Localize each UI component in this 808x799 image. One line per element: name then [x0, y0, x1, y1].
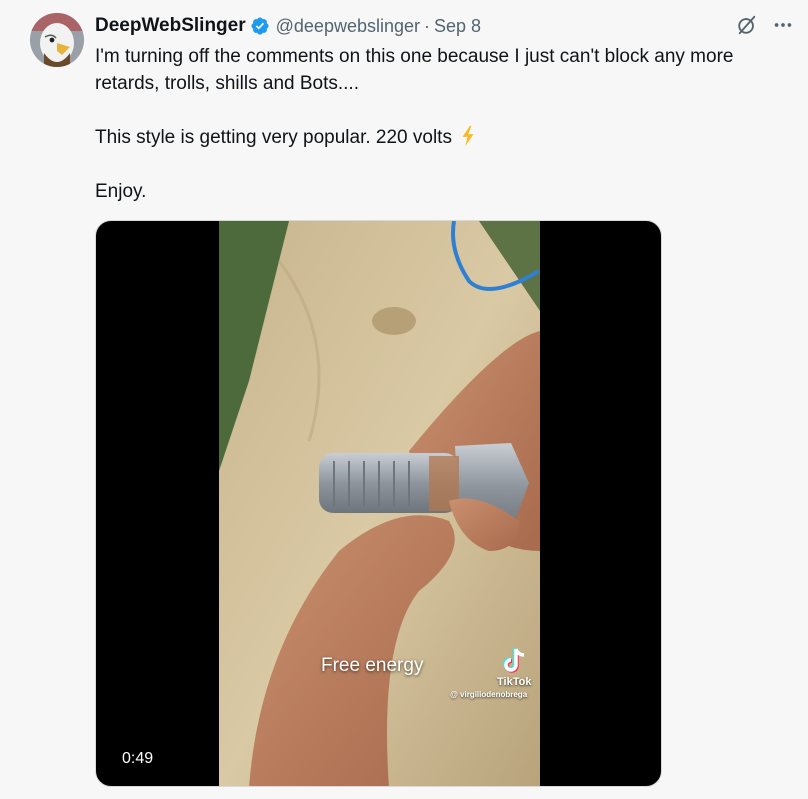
tiktok-logo-icon: [503, 648, 525, 673]
verified-badge-icon: [251, 17, 269, 35]
author-handle[interactable]: @deepwebslinger: [276, 16, 420, 37]
tiktok-watermark-user: @ virgiliodenobrega: [450, 690, 528, 699]
tweet-text: I'm turning off the comments on this one…: [95, 43, 785, 205]
tweet-paragraph: This style is getting very popular. 220 …: [95, 124, 785, 151]
video-player[interactable]: Free energy TikTok @ virgiliodenobrega 0…: [95, 220, 662, 787]
video-duration-badge: 0:49: [114, 747, 162, 771]
eagle-avatar-image: [30, 13, 84, 67]
tweet-top-actions: [736, 14, 794, 36]
tweet-date[interactable]: Sep 8: [434, 16, 481, 37]
header-separator: ·: [424, 15, 431, 36]
video-frame-image: [219, 221, 540, 786]
high-voltage-icon: [462, 125, 474, 147]
author-display-name[interactable]: DeepWebSlinger: [95, 15, 246, 37]
author-avatar[interactable]: [30, 13, 84, 67]
tweet-card[interactable]: DeepWebSlinger @deepwebslinger · Sep 8 I…: [0, 0, 808, 799]
tweet-paragraph: Enjoy.: [95, 181, 147, 202]
tweet-paragraph: I'm turning off the comments on this one…: [95, 46, 734, 94]
tweet-header: DeepWebSlinger @deepwebslinger · Sep 8: [95, 14, 481, 38]
video-overlay-caption: Free energy: [321, 655, 424, 676]
tweet-paragraph-text: This style is getting very popular. 220 …: [95, 127, 452, 148]
more-horizontal-icon[interactable]: [772, 14, 794, 36]
grok-slash-icon[interactable]: [736, 14, 758, 36]
tiktok-watermark-brand: TikTok: [497, 676, 532, 688]
